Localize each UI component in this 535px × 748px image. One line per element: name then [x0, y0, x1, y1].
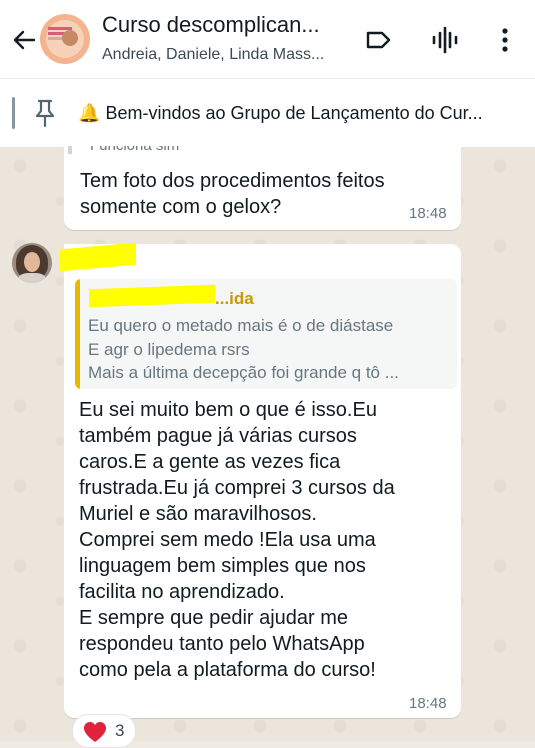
- message-text: Tem foto dos procedimentos feitos soment…: [80, 170, 385, 218]
- group-avatar[interactable]: [40, 14, 90, 64]
- more-vert-icon[interactable]: [489, 24, 521, 56]
- redaction-mark: [89, 284, 215, 308]
- back-arrow-icon[interactable]: [8, 24, 40, 56]
- message-time: 18:48: [409, 205, 447, 222]
- quoted-message[interactable]: ...ida Eu quero o metado mais é o de diá…: [75, 279, 457, 389]
- message-text: Eu sei muito bem o que é isso.Eu também …: [79, 399, 395, 681]
- label-icon[interactable]: [362, 24, 394, 56]
- quote-accent: [68, 146, 72, 154]
- quoted-line: Mais a última decepção foi grande q tô .…: [88, 363, 399, 382]
- quoted-sender: ...ida: [215, 289, 254, 308]
- pinned-label: Bem-vindos ao Grupo de Lançamento do Cur…: [105, 103, 483, 123]
- pinned-text: 🔔 Bem-vindos ao Grupo de Lançamento do C…: [78, 103, 523, 124]
- bell-emoji: 🔔: [78, 103, 101, 123]
- reaction-count: 3: [115, 721, 125, 740]
- message-bubble[interactable]: Funciona sim Tem foto dos procedimentos …: [64, 146, 461, 230]
- pinned-indicator: [12, 97, 15, 129]
- group-title[interactable]: Curso descomplican...: [102, 12, 347, 38]
- quoted-line: Eu quero o metado mais é o de diástase: [88, 316, 394, 335]
- quoted-line: E agr o lipedema rsrs: [88, 340, 250, 359]
- reaction-pill[interactable]: 3: [72, 714, 136, 748]
- quote-accent: [75, 279, 80, 389]
- sender-avatar[interactable]: [12, 243, 52, 283]
- pin-icon: [35, 99, 55, 128]
- heart-icon: [84, 722, 106, 742]
- group-members[interactable]: Andreia, Daniele, Linda Mass...: [102, 46, 342, 64]
- pinned-message-bar[interactable]: 🔔 Bem-vindos ao Grupo de Lançamento do C…: [0, 78, 535, 147]
- message-time: 18:48: [409, 695, 447, 712]
- chat-header: Curso descomplican... Andreia, Daniele, …: [0, 0, 535, 78]
- cut-quote: Funciona sim: [80, 146, 220, 154]
- voice-wave-icon[interactable]: [429, 24, 461, 56]
